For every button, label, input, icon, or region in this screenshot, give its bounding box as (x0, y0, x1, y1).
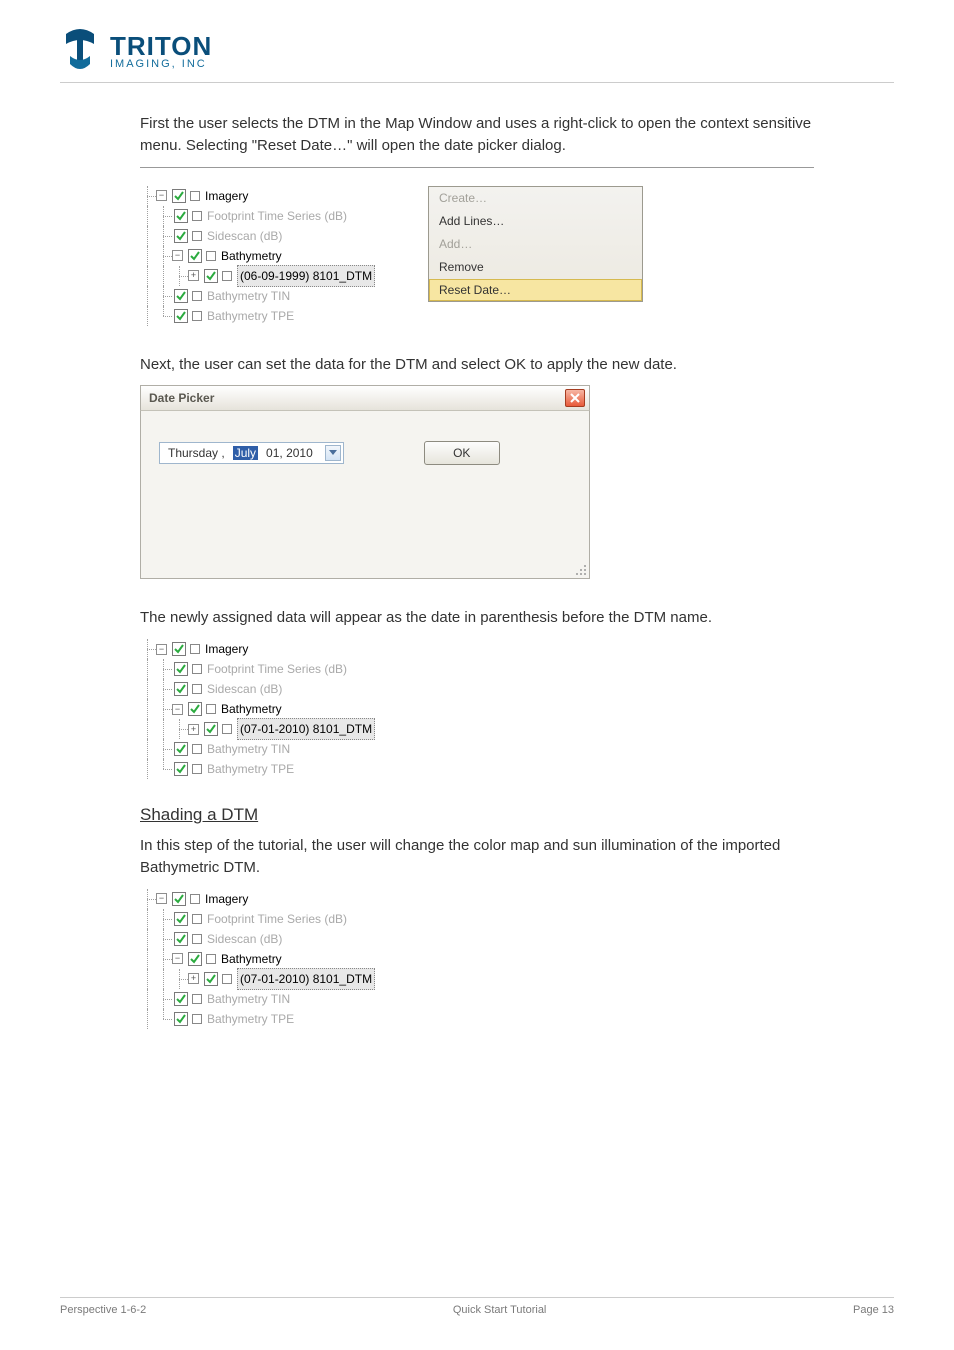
checkbox-tpe[interactable] (174, 1012, 188, 1026)
dialog-title: Date Picker (149, 391, 214, 405)
checkbox-ss[interactable] (174, 682, 188, 696)
tree-label-dtm-selected[interactable]: (07-01-2010) 8101_DTM (237, 968, 375, 990)
section-heading-shading: Shading a DTM (140, 805, 814, 825)
tree-label-imagery[interactable]: Imagery (205, 889, 248, 909)
tree-label-tin[interactable]: Bathymetry TIN (207, 739, 290, 759)
collapse-icon[interactable]: − (156, 644, 167, 655)
checkbox-imagery[interactable] (172, 892, 186, 906)
menu-remove[interactable]: Remove (429, 256, 642, 279)
expand-icon[interactable]: + (188, 724, 199, 735)
close-icon (569, 392, 581, 404)
checkbox-imagery[interactable] (172, 642, 186, 656)
tree-label-fts[interactable]: Footprint Time Series (dB) (207, 206, 347, 226)
menu-create[interactable]: Create… (429, 187, 642, 210)
tree-label-bathy[interactable]: Bathymetry (221, 246, 282, 266)
checkbox-fts[interactable] (174, 209, 188, 223)
collapse-icon[interactable]: − (156, 893, 167, 904)
checkbox-ss[interactable] (174, 932, 188, 946)
date-dayyear[interactable]: 01, 2010 (264, 446, 315, 460)
date-dayname[interactable]: Thursday , (166, 446, 227, 460)
layer-tree-2: − Imagery Footprint Time Series (dB) Sid… (140, 639, 420, 779)
triton-logo-icon (60, 28, 100, 74)
checkbox-fts[interactable] (174, 912, 188, 926)
checkbox-tpe[interactable] (174, 762, 188, 776)
footer-left: Perspective 1-6-2 (60, 1304, 146, 1316)
checkbox-tin[interactable] (174, 289, 188, 303)
checkbox-bathy[interactable] (188, 249, 202, 263)
checkbox-bathy[interactable] (188, 952, 202, 966)
checkbox-tin[interactable] (174, 742, 188, 756)
layer-tree-1: − Imagery Footprint Time Series (dB) Sid… (140, 186, 400, 326)
tree-label-dtm-selected[interactable]: (06-09-1999) 8101_DTM (237, 265, 375, 287)
tree-label-tpe[interactable]: Bathymetry TPE (207, 1009, 294, 1029)
tree-label-imagery[interactable]: Imagery (205, 186, 248, 206)
tree-label-dtm-selected[interactable]: (07-01-2010) 8101_DTM (237, 718, 375, 740)
checkbox-tin[interactable] (174, 992, 188, 1006)
tree-label-ss[interactable]: Sidescan (dB) (207, 226, 282, 246)
checkbox-imagery[interactable] (172, 189, 186, 203)
tree-label-tin[interactable]: Bathymetry TIN (207, 989, 290, 1009)
footer-center: Quick Start Tutorial (453, 1304, 547, 1316)
collapse-icon[interactable]: − (156, 190, 167, 201)
menu-reset-date[interactable]: Reset Date… (429, 279, 642, 301)
divider-1 (140, 167, 814, 168)
layer-tree-3: − Imagery Footprint Time Series (dB) Sid… (140, 889, 420, 1029)
checkbox-bathy[interactable] (188, 702, 202, 716)
checkbox-tpe[interactable] (174, 309, 188, 323)
expand-icon[interactable]: + (188, 270, 199, 281)
header-logo: TRITON IMAGING, INC (60, 28, 894, 83)
tree-label-ss[interactable]: Sidescan (dB) (207, 679, 282, 699)
menu-add-lines[interactable]: Add Lines… (429, 210, 642, 233)
tree-label-tpe[interactable]: Bathymetry TPE (207, 306, 294, 326)
tree-label-tpe[interactable]: Bathymetry TPE (207, 759, 294, 779)
paragraph-3: The newly assigned data will appear as t… (140, 607, 814, 629)
checkbox-fts[interactable] (174, 662, 188, 676)
date-input[interactable]: Thursday , July 01, 2010 (159, 442, 344, 464)
tree-label-fts[interactable]: Footprint Time Series (dB) (207, 909, 347, 929)
collapse-icon[interactable]: − (172, 704, 183, 715)
resize-grip-icon[interactable] (575, 564, 587, 576)
tree-label-imagery[interactable]: Imagery (205, 639, 248, 659)
footer-right: Page 13 (853, 1304, 894, 1316)
date-month[interactable]: July (233, 446, 258, 460)
checkbox-dtm[interactable] (204, 722, 218, 736)
tree-label-ss[interactable]: Sidescan (dB) (207, 929, 282, 949)
collapse-icon[interactable]: − (172, 250, 183, 261)
close-button[interactable] (565, 389, 585, 407)
checkbox-ss[interactable] (174, 229, 188, 243)
chevron-down-icon (329, 449, 337, 457)
expand-icon[interactable]: + (188, 973, 199, 984)
menu-add[interactable]: Add… (429, 233, 642, 256)
paragraph-1: First the user selects the DTM in the Ma… (140, 113, 814, 157)
logo-sub: IMAGING, INC (110, 59, 212, 70)
tree-label-fts[interactable]: Footprint Time Series (dB) (207, 659, 347, 679)
tree-label-bathy[interactable]: Bathymetry (221, 949, 282, 969)
checkbox-dtm[interactable] (204, 972, 218, 986)
paragraph-2: Next, the user can set the data for the … (140, 354, 814, 376)
ok-button[interactable]: OK (424, 441, 500, 465)
paragraph-4: In this step of the tutorial, the user w… (140, 835, 814, 879)
context-menu: Create… Add Lines… Add… Remove Reset Dat… (428, 186, 643, 302)
logo-name: TRITON (110, 33, 212, 59)
date-dropdown-button[interactable] (325, 445, 341, 461)
tree-label-tin[interactable]: Bathymetry TIN (207, 286, 290, 306)
date-picker-dialog: Date Picker Thursday , July 01, 2010 O (140, 385, 590, 579)
page-footer: Perspective 1-6-2 Quick Start Tutorial P… (60, 1297, 894, 1316)
checkbox-dtm[interactable] (204, 269, 218, 283)
tree-label-bathy[interactable]: Bathymetry (221, 699, 282, 719)
collapse-icon[interactable]: − (172, 953, 183, 964)
